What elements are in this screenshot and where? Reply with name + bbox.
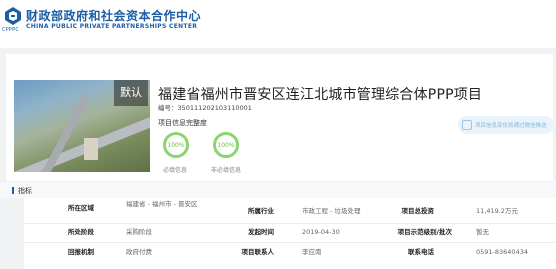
indicators-title: 指标 <box>18 187 32 195</box>
value-phone: 0591-83640434 <box>476 248 528 256</box>
value-region: 福建省 - 福州市 - 晋安区 <box>126 200 198 208</box>
required-label: 必填信息 <box>163 167 188 174</box>
value-total-investment: 11,419.2万元 <box>476 207 518 215</box>
project-code: 编号：35011120210311000​1 <box>158 102 252 112</box>
indicators-header: 指标 <box>0 182 556 198</box>
label-return-mechanism: 回报机制 <box>68 248 94 256</box>
logo-text: CPPPC <box>2 27 20 33</box>
label-contact: 项目联系人 <box>241 248 275 256</box>
optional-progress-circle: 100% <box>213 132 239 158</box>
image-road <box>14 106 150 172</box>
org-name-en: CHINA PUBLIC PRIVATE PARTNERSHIPS CENTER <box>26 23 198 30</box>
value-start-date: 2019-04-30 <box>302 228 340 236</box>
optional-percent: 100% <box>217 141 235 149</box>
cpppc-logo-icon <box>5 7 21 25</box>
required-progress-circle: 100% <box>163 132 189 158</box>
required-percent: 100% <box>167 141 185 149</box>
value-return-mechanism: 政府付费 <box>126 248 152 256</box>
label-region: 所在区域 <box>68 204 94 212</box>
value-industry: 市政工程 - 垃圾处理 <box>302 207 361 215</box>
label-stage: 所处阶段 <box>68 228 94 236</box>
row-divider <box>24 242 556 243</box>
project-title: 福建省福州市晋安区连江北城市管理综合体PPP项目 <box>158 87 483 103</box>
completeness-label: 项目信息完整度 <box>158 119 207 127</box>
project-code-value: 35011120210311000​1 <box>177 104 252 112</box>
row-divider <box>24 223 556 224</box>
indicators-table: 所在区域 福建省 - 福州市 - 晋安区 所属行业 市政工程 - 垃圾处理 项目… <box>24 198 556 269</box>
value-stage: 采购阶段 <box>126 228 152 236</box>
value-contact: 李应南 <box>302 248 322 256</box>
qrcode-icon <box>462 120 472 130</box>
label-industry: 所属行业 <box>248 207 274 215</box>
value-demo-level: 暂无 <box>476 228 489 236</box>
label-start-date: 发起时间 <box>248 228 274 236</box>
image-building <box>84 138 98 160</box>
project-image: 默认 <box>14 80 150 172</box>
org-name[interactable]: 财政部政府和社会资本合作中心 <box>26 7 201 24</box>
label-demo-level: 项目示范级别/批次 <box>397 228 452 236</box>
section-marker <box>12 187 14 194</box>
label-total-investment: 项目总投资 <box>401 207 435 215</box>
project-card: 默认 福建省福州市晋安区连江北城市管理综合体PPP项目 编号：350111202… <box>6 54 554 181</box>
wechat-follow-label: 项目信息变化将通过微信推送 <box>475 123 547 129</box>
label-phone: 联系电话 <box>408 248 434 256</box>
site-header: CPPPC 财政部政府和社会资本合作中心 CHINA PUBLIC PRIVAT… <box>0 0 556 48</box>
optional-label: 非必填信息 <box>211 167 242 174</box>
image-badge: 默认 <box>114 80 148 106</box>
wechat-follow-button[interactable]: 项目信息变化将通过微信推送 <box>458 116 554 134</box>
project-code-label: 编号： <box>158 104 178 112</box>
